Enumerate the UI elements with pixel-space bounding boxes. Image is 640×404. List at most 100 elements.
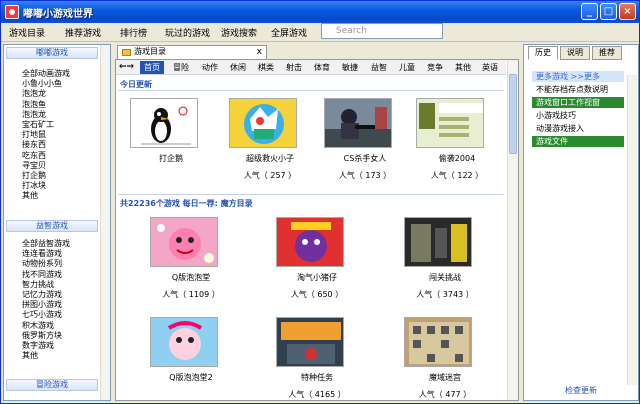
tab-recommend[interactable]: 推荐 xyxy=(592,46,622,60)
category-tab[interactable]: 敏捷 xyxy=(338,61,362,74)
right-scrollbar[interactable] xyxy=(627,75,637,385)
list-item[interactable]: 小游戏技巧 xyxy=(532,110,624,121)
game-thumbnail[interactable] xyxy=(150,317,218,367)
game-name[interactable]: CS杀手女人 xyxy=(324,153,406,164)
center-scrollbar[interactable] xyxy=(507,60,518,400)
tab-instructions[interactable]: 说明 xyxy=(560,46,590,60)
sidebar-item[interactable]: 七巧小游戏 xyxy=(22,310,62,319)
sidebar-item[interactable]: 记忆力游戏 xyxy=(22,290,62,299)
game-name[interactable]: 特种任务 xyxy=(276,372,358,383)
sidebar-item[interactable]: 积木游戏 xyxy=(22,321,54,330)
sidebar-item[interactable]: 小鲁小小鱼 xyxy=(22,79,62,88)
sidebar-item[interactable]: 泡泡鱼 xyxy=(22,100,46,109)
sidebar-item[interactable]: 全部动画游戏 xyxy=(22,69,70,78)
sidebar-item[interactable]: 吃东西 xyxy=(22,151,46,160)
category-tab[interactable]: 棋类 xyxy=(254,61,278,74)
category-tab[interactable]: 其他 xyxy=(451,61,475,74)
game-name[interactable]: 打企鹅 xyxy=(130,153,212,164)
category-tab[interactable]: 动作 xyxy=(198,61,222,74)
category-tab[interactable]: 竞争 xyxy=(423,61,447,74)
list-item[interactable]: 游戏窗口工作视窗 xyxy=(532,97,624,108)
tab-game-catalog[interactable]: 游戏目录 x xyxy=(117,45,267,59)
category-tab[interactable]: 益智 xyxy=(367,61,391,74)
game-name[interactable]: Q版泡泡堂2 xyxy=(150,372,232,383)
game-thumbnail[interactable] xyxy=(150,217,218,267)
game-name[interactable]: 淘气小猪仔 xyxy=(276,272,358,283)
game-thumbnail[interactable] xyxy=(416,98,484,148)
sidebar-item[interactable]: 泡泡龙 xyxy=(22,110,46,119)
sidebar-item[interactable]: 打企鹅 xyxy=(22,171,46,180)
sidebar-item[interactable]: 全部益智游戏 xyxy=(22,239,70,248)
game-popularity: 人气（ 173 ） xyxy=(338,171,392,180)
game-thumbnail[interactable] xyxy=(404,317,472,367)
sidebar-item[interactable]: 打地鼠 xyxy=(22,130,46,139)
right-sidebar: 历史 说明 推荐 更多游戏 >>更多 不能存档存点数说明 游戏窗口工作视窗 小游… xyxy=(523,44,639,401)
game-popularity: 人气（ 4165 ） xyxy=(288,390,346,399)
window-title: 嘟嘟小游戏世界 xyxy=(23,9,93,20)
list-item-more-games[interactable]: 更多游戏 >>更多 xyxy=(532,71,624,82)
maximize-button[interactable]: □ xyxy=(600,3,617,20)
sidebar-item[interactable]: 动物扮系列 xyxy=(22,259,62,268)
game-name[interactable]: 闯关挑战 xyxy=(404,272,486,283)
game-name[interactable]: 超级救火小子 xyxy=(229,153,311,164)
menu-game-catalog[interactable]: 游戏目录 xyxy=(9,26,45,39)
section-today-title: 今日更新 xyxy=(120,80,152,89)
category-bar: ←→ 首页 冒险 动作 休闲 棋类 射击 体育 敏捷 益智 儿童 竞争 其他 英语 xyxy=(116,60,506,75)
game-thumbnail[interactable] xyxy=(276,217,344,267)
menu-fullscreen[interactable]: 全屏游戏 xyxy=(271,26,307,39)
menu-recommended[interactable]: 推荐游戏 xyxy=(65,26,101,39)
sidebar-item[interactable]: 连连看游戏 xyxy=(22,249,62,258)
category-tab[interactable]: 射击 xyxy=(282,61,306,74)
category-tab[interactable]: 英语 xyxy=(478,61,502,74)
game-thumbnail[interactable] xyxy=(130,98,198,148)
section-header-dudu[interactable]: 嘟嘟游戏 xyxy=(6,47,98,59)
sidebar-item[interactable]: 找不同游戏 xyxy=(22,270,62,279)
sidebar-item[interactable]: 寻宝贝 xyxy=(22,161,46,170)
minimize-button[interactable]: _ xyxy=(581,3,598,20)
left-scrollbar[interactable] xyxy=(100,45,110,400)
list-item[interactable]: 不能存档存点数说明 xyxy=(532,84,624,95)
sidebar-item[interactable]: 打冰块 xyxy=(22,181,46,190)
tab-history[interactable]: 历史 xyxy=(528,46,558,60)
section-header-adventure[interactable]: 冒险游戏 xyxy=(6,379,98,391)
sidebar-item[interactable]: 其他 xyxy=(22,351,38,360)
close-button[interactable]: × xyxy=(619,3,636,20)
left-sidebar: 嘟嘟游戏 全部动画游戏 小鲁小小鱼 泡泡龙 泡泡鱼 泡泡龙 宝石矿工 打地鼠 接东西 吃东西 寻宝… xyxy=(3,44,111,401)
sidebar-item[interactable]: 泡泡龙 xyxy=(22,89,46,98)
tab-close-icon[interactable]: x xyxy=(257,46,262,58)
sidebar-item[interactable]: 智力挑战 xyxy=(22,280,54,289)
sidebar-item[interactable]: 俄罗斯方块 xyxy=(22,331,62,340)
list-item[interactable]: 动漫游戏接入 xyxy=(532,123,624,134)
category-tab[interactable]: 冒险 xyxy=(169,61,193,74)
check-updates-link[interactable]: 检查更新 xyxy=(524,385,638,396)
sidebar-item[interactable]: 其他 xyxy=(22,191,38,200)
category-tab[interactable]: 休闲 xyxy=(226,61,250,74)
menu-rankings[interactable]: 排行榜 xyxy=(120,26,147,39)
category-tab[interactable]: 体育 xyxy=(310,61,334,74)
game-popularity: 人气（ 122 ） xyxy=(430,171,484,180)
category-tab[interactable]: 儿童 xyxy=(395,61,419,74)
game-name[interactable]: 偷袭2004 xyxy=(416,153,498,164)
search-input[interactable]: Search xyxy=(321,23,443,39)
game-thumbnail[interactable] xyxy=(229,98,297,148)
game-name[interactable]: Q版泡泡堂 xyxy=(150,272,232,283)
nav-arrows-icon[interactable]: ←→ xyxy=(119,62,134,72)
title-bar[interactable]: 嘟嘟小游戏世界 _ □ × xyxy=(1,1,639,23)
game-name[interactable]: 魔域迷宫 xyxy=(404,372,486,383)
game-thumbnail[interactable] xyxy=(404,217,472,267)
category-tab[interactable]: 首页 xyxy=(140,61,164,74)
scroll-thumb[interactable] xyxy=(509,74,517,154)
menu-played-games[interactable]: 玩过的游戏 xyxy=(165,26,210,39)
game-thumbnail[interactable] xyxy=(324,98,392,148)
app-icon xyxy=(5,5,19,19)
tab-label: 游戏目录 xyxy=(134,47,166,56)
section-header-puzzle[interactable]: 益智游戏 xyxy=(6,220,98,232)
menu-game-search[interactable]: 游戏搜索 xyxy=(221,26,257,39)
game-thumbnail[interactable] xyxy=(276,317,344,367)
app-window: 嘟嘟小游戏世界 _ □ × 游戏目录 推荐游戏 排行榜 玩过的游戏 游戏搜索 全… xyxy=(0,0,640,404)
sidebar-item[interactable]: 宝石矿工 xyxy=(22,120,54,129)
sidebar-item[interactable]: 数字游戏 xyxy=(22,341,54,350)
sidebar-item[interactable]: 拼图小游戏 xyxy=(22,300,62,309)
sidebar-item[interactable]: 接东西 xyxy=(22,140,46,149)
list-item[interactable]: 游戏文件 xyxy=(532,136,624,147)
